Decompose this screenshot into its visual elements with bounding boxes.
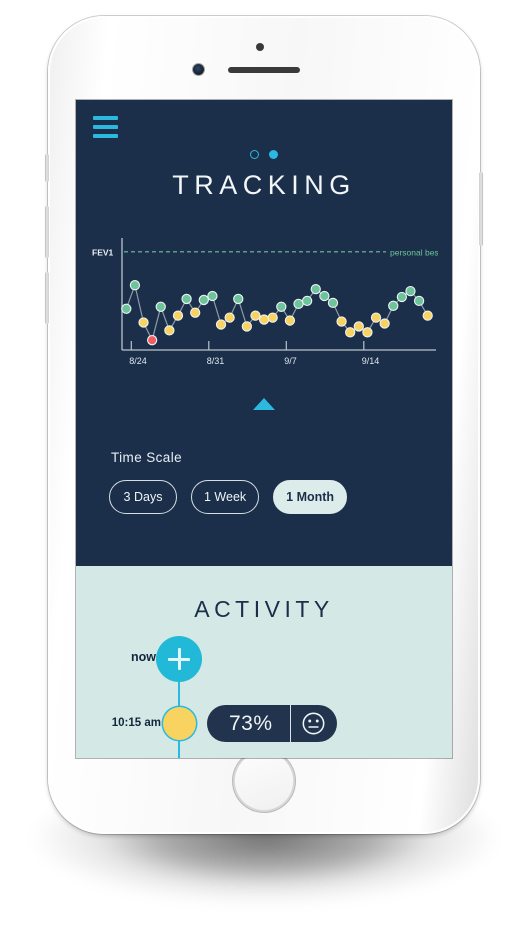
fev1-chart-svg: personal best FEV1 8/24 8/31 9/7 9/14 bbox=[92, 238, 438, 366]
home-button[interactable] bbox=[235, 752, 293, 810]
time-scale-option-1-week[interactable]: 1 Week bbox=[191, 480, 260, 514]
neutral-face-icon[interactable] bbox=[291, 705, 337, 742]
power-button[interactable] bbox=[479, 172, 483, 246]
activity-now-label: now bbox=[131, 650, 156, 664]
proximity-sensor-icon bbox=[256, 43, 264, 51]
add-entry-button[interactable] bbox=[156, 636, 202, 682]
activity-entry-percent-value: 73% bbox=[207, 705, 291, 742]
hamburger-bar-3 bbox=[93, 134, 118, 138]
page-title: TRACKING bbox=[172, 170, 356, 200]
svg-text:FEV1: FEV1 bbox=[92, 247, 114, 257]
volume-down-button[interactable] bbox=[45, 272, 49, 324]
activity-entry-reading: 10:15 am 73% bbox=[76, 705, 452, 744]
hamburger-menu-icon[interactable] bbox=[93, 116, 118, 138]
time-scale-option-3-days[interactable]: 3 Days bbox=[109, 480, 177, 514]
silent-switch-button[interactable] bbox=[45, 154, 49, 182]
time-scale-option-1-month[interactable]: 1 Month bbox=[273, 480, 348, 514]
svg-text:9/7: 9/7 bbox=[284, 356, 297, 366]
time-scale-options: 3 Days 1 Week 1 Month bbox=[109, 480, 348, 514]
tracking-panel: TRACKING personal best FEV1 8/24 8/31 9/7 9/1… bbox=[76, 100, 452, 566]
svg-text:8/24: 8/24 bbox=[129, 356, 147, 366]
activity-entry-marker-dot[interactable] bbox=[163, 707, 196, 740]
activity-title: ACTIVITY bbox=[194, 596, 334, 622]
triangle-up-icon bbox=[253, 398, 275, 410]
pager-dot-2[interactable] bbox=[269, 150, 278, 159]
activity-entry-now: now bbox=[76, 636, 452, 682]
pager-dot-1[interactable] bbox=[250, 150, 259, 159]
activity-entry-pill: 73% bbox=[207, 705, 337, 742]
activity-panel: ACTIVITY now 10:15 am 73% bbox=[76, 566, 452, 758]
hamburger-bar-1 bbox=[93, 116, 118, 120]
volume-up-button[interactable] bbox=[45, 206, 49, 258]
pager-dots bbox=[76, 150, 452, 159]
time-scale-label: Time Scale bbox=[111, 450, 183, 465]
svg-text:personal best: personal best bbox=[390, 247, 438, 257]
svg-text:8/31: 8/31 bbox=[207, 356, 225, 366]
hamburger-bar-2 bbox=[93, 125, 118, 129]
phone-screen: TRACKING personal best FEV1 8/24 8/31 9/7 9/1… bbox=[76, 100, 452, 758]
activity-entry-time-label: 10:15 am bbox=[111, 717, 161, 729]
front-camera-icon bbox=[193, 64, 204, 75]
fev1-chart[interactable]: personal best FEV1 8/24 8/31 9/7 9/14 bbox=[90, 230, 438, 380]
svg-text:9/14: 9/14 bbox=[362, 356, 380, 366]
phone-device-frame: TRACKING personal best FEV1 8/24 8/31 9/7 9/1… bbox=[45, 16, 483, 834]
scroll-indicator[interactable] bbox=[76, 398, 452, 410]
earpiece-speaker-icon bbox=[228, 67, 300, 73]
